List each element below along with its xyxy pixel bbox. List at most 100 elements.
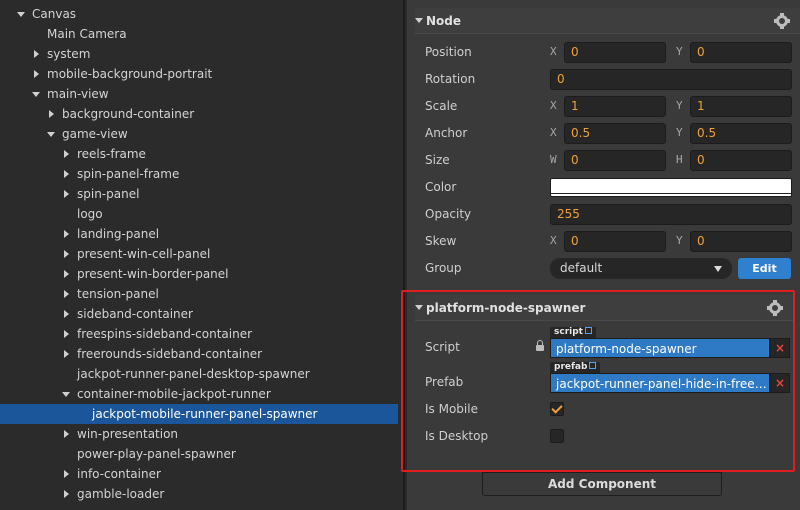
hierarchy-node[interactable]: win-presentation xyxy=(0,424,398,444)
hierarchy-node[interactable]: jackpot-mobile-runner-panel-spawner xyxy=(0,404,398,424)
expand-arrow-down-icon[interactable] xyxy=(16,4,28,24)
scale-y-input[interactable]: 1 xyxy=(690,96,792,117)
hierarchy-node[interactable]: background-container xyxy=(0,104,398,124)
expand-arrow-right-icon[interactable] xyxy=(61,224,73,244)
position-x-input[interactable]: 0 xyxy=(564,42,666,63)
anchor-x-axis: X xyxy=(550,126,557,139)
expand-arrow-right-icon[interactable] xyxy=(31,44,43,64)
expand-arrow-down-icon[interactable] xyxy=(31,84,43,104)
hierarchy-node[interactable]: logo xyxy=(0,204,398,224)
hierarchy-node[interactable]: freespins-sideband-container xyxy=(0,324,398,344)
hierarchy-node[interactable]: spin-panel xyxy=(0,184,398,204)
hierarchy-node[interactable]: game-view xyxy=(0,124,398,144)
hierarchy-node[interactable]: container-mobile-jackpot-runner xyxy=(0,384,398,404)
hierarchy-node[interactable]: tension-panel xyxy=(0,284,398,304)
hierarchy-node-label: spin-panel-frame xyxy=(77,167,180,181)
collapse-arrow-icon[interactable] xyxy=(415,18,423,23)
gear-icon[interactable] xyxy=(767,300,783,316)
hierarchy-node-label: freerounds-sideband-container xyxy=(77,347,263,361)
expand-arrow-down-icon[interactable] xyxy=(61,384,73,404)
script-clear-button[interactable]: × xyxy=(770,338,790,358)
lock-icon xyxy=(536,340,544,351)
expand-arrow-right-icon[interactable] xyxy=(61,184,73,204)
size-w-input[interactable]: 0 xyxy=(564,150,666,171)
hierarchy-node-label: landing-panel xyxy=(77,227,160,241)
hierarchy-node[interactable]: jackpot-runner-panel-desktop-spawner xyxy=(0,364,398,384)
position-x-axis: X xyxy=(550,45,557,58)
prefab-clear-button[interactable]: × xyxy=(770,373,790,393)
hierarchy-node[interactable]: sideband-container xyxy=(0,304,398,324)
expand-arrow-right-icon[interactable] xyxy=(61,344,73,364)
hierarchy-node-label: mobile-background-portrait xyxy=(47,67,213,81)
external-link-icon[interactable] xyxy=(589,362,597,369)
prefab-asset-tag: prefab xyxy=(550,362,601,373)
prefab-tag-label: prefab xyxy=(554,362,588,372)
script-asset-field[interactable]: platform-node-spawner xyxy=(550,338,770,358)
skew-y-input[interactable]: 0 xyxy=(690,231,792,252)
expand-arrow-right-icon[interactable] xyxy=(61,264,73,284)
expand-arrow-right-icon[interactable] xyxy=(61,484,73,504)
hierarchy-node[interactable]: freerounds-sideband-container xyxy=(0,344,398,364)
rotation-input[interactable]: 0 xyxy=(550,69,792,90)
node-section-header[interactable]: Node xyxy=(415,8,800,34)
add-component-button[interactable]: Add Component xyxy=(482,472,722,496)
hierarchy-node[interactable]: gamble-loader xyxy=(0,484,398,504)
edit-group-button[interactable]: Edit xyxy=(738,258,791,279)
scale-y-axis: Y xyxy=(676,99,683,112)
anchor-y-axis: Y xyxy=(676,126,683,139)
expand-arrow-right-icon[interactable] xyxy=(61,324,73,344)
scale-x-axis: X xyxy=(550,99,557,112)
collapse-arrow-icon[interactable] xyxy=(415,305,423,310)
hierarchy-node[interactable]: reels-frame xyxy=(0,144,398,164)
prefab-asset-field[interactable]: jackpot-runner-panel-hide-in-freespins xyxy=(550,373,770,393)
rotation-label: Rotation xyxy=(425,72,476,86)
hierarchy-node-label: Main Camera xyxy=(47,27,127,41)
anchor-y-input[interactable]: 0.5 xyxy=(690,123,792,144)
hierarchy-node[interactable]: main-view xyxy=(0,84,398,104)
hierarchy-node[interactable]: Main Camera xyxy=(0,24,398,44)
hierarchy-node-label: sideband-container xyxy=(77,307,193,321)
chevron-down-icon xyxy=(714,266,722,272)
expand-arrow-right-icon[interactable] xyxy=(31,64,43,84)
hierarchy-node-label: win-presentation xyxy=(77,427,179,441)
hierarchy-node[interactable]: spin-panel-frame xyxy=(0,164,398,184)
color-picker[interactable] xyxy=(550,178,792,197)
is-desktop-checkbox[interactable] xyxy=(550,429,564,443)
expand-arrow-right-icon[interactable] xyxy=(61,244,73,264)
panel-splitter[interactable] xyxy=(398,0,407,510)
hierarchy-node-label: jackpot-mobile-runner-panel-spawner xyxy=(92,407,318,421)
hierarchy-node[interactable]: info-container xyxy=(0,464,398,484)
hierarchy-node[interactable]: mobile-background-portrait xyxy=(0,64,398,84)
hierarchy-node[interactable]: present-win-cell-panel xyxy=(0,244,398,264)
expand-arrow-right-icon[interactable] xyxy=(61,304,73,324)
hierarchy-node[interactable]: power-play-panel-spawner xyxy=(0,444,398,464)
external-link-icon[interactable] xyxy=(584,327,592,334)
expand-arrow-right-icon[interactable] xyxy=(61,144,73,164)
size-h-axis: H xyxy=(676,153,683,166)
opacity-input[interactable]: 255 xyxy=(550,204,792,225)
expand-arrow-right-icon[interactable] xyxy=(61,424,73,444)
hierarchy-node[interactable]: landing-panel xyxy=(0,224,398,244)
hierarchy-node[interactable]: system xyxy=(0,44,398,64)
expand-arrow-right-icon[interactable] xyxy=(46,104,58,124)
size-label: Size xyxy=(425,153,450,167)
hierarchy-node[interactable]: present-win-border-panel xyxy=(0,264,398,284)
group-select[interactable]: default xyxy=(550,258,732,279)
hierarchy-node-label: Canvas xyxy=(32,7,77,21)
expand-arrow-down-icon[interactable] xyxy=(46,124,58,144)
anchor-x-input[interactable]: 0.5 xyxy=(564,123,666,144)
hierarchy-node-label: main-view xyxy=(47,87,109,101)
hierarchy-node[interactable]: Canvas xyxy=(0,4,398,24)
expand-arrow-right-icon[interactable] xyxy=(61,464,73,484)
expand-arrow-right-icon[interactable] xyxy=(61,284,73,304)
component-section-header[interactable]: platform-node-spawner xyxy=(415,295,793,321)
component-section-title: platform-node-spawner xyxy=(426,301,586,315)
expand-arrow-right-icon[interactable] xyxy=(61,164,73,184)
skew-x-input[interactable]: 0 xyxy=(564,231,666,252)
scale-x-input[interactable]: 1 xyxy=(564,96,666,117)
size-h-input[interactable]: 0 xyxy=(690,150,792,171)
position-y-input[interactable]: 0 xyxy=(690,42,792,63)
gear-icon[interactable] xyxy=(774,13,790,29)
hierarchy-node-label: info-container xyxy=(77,467,161,481)
is-mobile-checkbox[interactable] xyxy=(550,402,564,416)
